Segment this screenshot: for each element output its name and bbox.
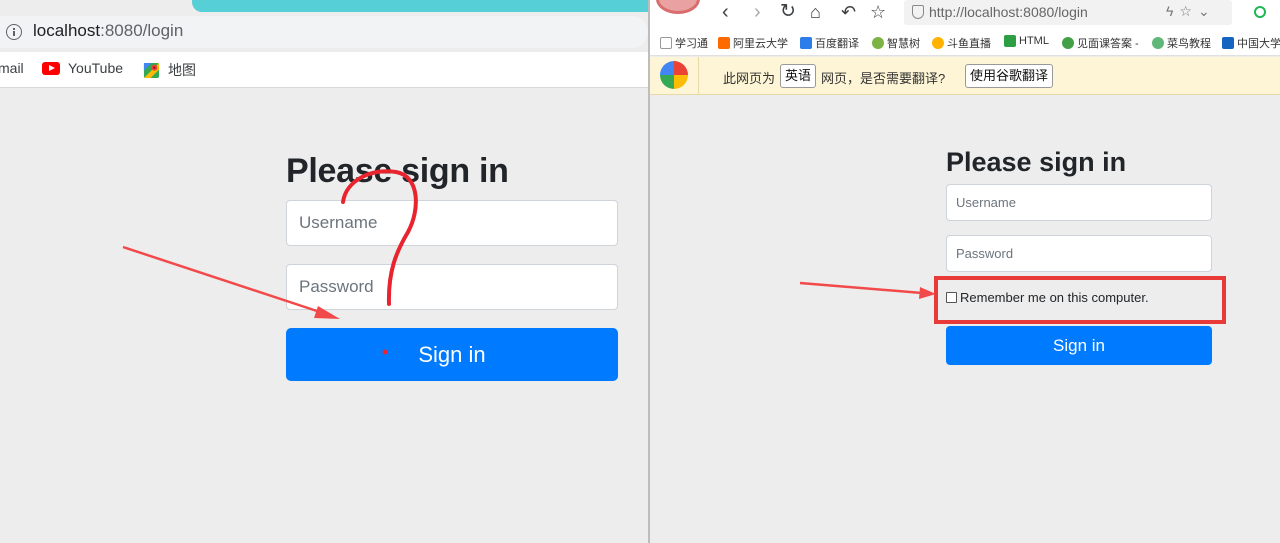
translate-prefix: 此网页为 bbox=[723, 71, 776, 86]
mooc-icon bbox=[1222, 37, 1234, 49]
bookmark-label: 学习通 bbox=[675, 38, 708, 50]
bookmark-label: 中国大学 bbox=[1237, 38, 1280, 50]
arrow-line bbox=[799, 281, 923, 295]
bookmark-mail[interactable]: mail bbox=[0, 60, 24, 76]
password-input[interactable]: Password bbox=[946, 235, 1212, 272]
bookmark-label: 百度翻译 bbox=[815, 38, 859, 50]
bookmark-label: 地图 bbox=[168, 62, 196, 78]
bookmark-item[interactable]: 百度翻译 bbox=[800, 35, 859, 51]
sign-in-button[interactable]: Sign in bbox=[946, 326, 1212, 365]
active-tab-accent[interactable] bbox=[192, 0, 648, 12]
maps-icon bbox=[143, 62, 160, 78]
password-input[interactable]: Password bbox=[286, 264, 618, 310]
site-info-icon[interactable] bbox=[6, 24, 22, 40]
back-icon[interactable]: ‹ bbox=[722, 2, 729, 22]
bookmark-youtube[interactable]: YouTube bbox=[42, 60, 123, 76]
left-browser-window: localhost:8080/login mail YouTube 地图 Ple… bbox=[0, 0, 648, 543]
aliyun-icon bbox=[718, 37, 730, 49]
browser-logo-icon bbox=[660, 61, 688, 89]
url-path: :8080/login bbox=[100, 21, 184, 40]
translate-suffix: 网页，是否需要翻译? bbox=[821, 71, 946, 86]
extension-icon bbox=[1254, 6, 1266, 18]
extension-area[interactable] bbox=[1254, 3, 1266, 19]
bookmark-maps[interactable]: 地图 bbox=[143, 60, 196, 80]
bookmark-label: 见面课答案 - bbox=[1077, 38, 1139, 50]
avatar[interactable] bbox=[656, 0, 700, 14]
bookmark-item[interactable]: 智慧树 bbox=[872, 35, 920, 51]
lightning-icon[interactable]: ϟ bbox=[1166, 3, 1179, 19]
bookmark-item[interactable]: 斗鱼直播 bbox=[932, 35, 991, 51]
translate-bar: 此网页为 英语 网页，是否需要翻译? 使用谷歌翻译 bbox=[650, 57, 1280, 95]
runoob-icon bbox=[1152, 37, 1164, 49]
bookmarks-bar: mail YouTube 地图 bbox=[0, 52, 648, 88]
bookmark-label: YouTube bbox=[68, 60, 124, 76]
bookmarks-bar: 学习通 阿里云大学 百度翻译 智慧树 斗鱼直播 HTML 见面课答案 - 菜鸟教… bbox=[650, 30, 1280, 56]
bookmark-label: HTML bbox=[1019, 35, 1049, 47]
chevron-down-icon[interactable]: ⌄ bbox=[1198, 3, 1216, 19]
bookmark-item[interactable]: HTML bbox=[1004, 35, 1049, 47]
username-input[interactable]: Username bbox=[286, 200, 618, 246]
url-tools: ϟ☆⌄ bbox=[1166, 3, 1216, 20]
right-browser-window: ‹ › ↻ ⌂ ↶ ☆ http://localhost:8080/login … bbox=[650, 0, 1280, 543]
bookmark-label: 斗鱼直播 bbox=[947, 38, 991, 50]
address-url[interactable]: http://localhost:8080/login bbox=[929, 4, 1088, 20]
bookmark-item[interactable]: 中国大学 bbox=[1222, 35, 1280, 51]
favorite-star-icon[interactable]: ☆ bbox=[1179, 3, 1198, 19]
bookmark-item[interactable]: 学习通 bbox=[660, 35, 708, 51]
address-url[interactable]: localhost:8080/login bbox=[33, 21, 183, 41]
browser-toolbar: ‹ › ↻ ⌂ ↶ ☆ http://localhost:8080/login … bbox=[650, 0, 1280, 30]
sign-in-heading: Please sign in bbox=[946, 147, 1127, 177]
username-placeholder: Username bbox=[299, 213, 378, 232]
google-translate-button[interactable]: 使用谷歌翻译 bbox=[965, 64, 1054, 88]
bookmark-item[interactable]: 见面课答案 - bbox=[1062, 35, 1139, 51]
zhihuishu-icon bbox=[872, 37, 884, 49]
screenshot-stage: localhost:8080/login mail YouTube 地图 Ple… bbox=[0, 0, 1280, 543]
undo-close-icon[interactable]: ↶ bbox=[841, 2, 856, 22]
password-placeholder: Password bbox=[299, 277, 374, 296]
username-input[interactable]: Username bbox=[946, 184, 1212, 221]
bookmark-label: mail bbox=[0, 60, 24, 76]
youtube-icon bbox=[42, 61, 60, 75]
reload-icon[interactable]: ↻ bbox=[780, 2, 796, 22]
forward-icon[interactable]: › bbox=[754, 2, 761, 22]
bookmark-star-icon[interactable]: ☆ bbox=[870, 2, 886, 22]
sign-in-button[interactable]: Sign in bbox=[286, 328, 618, 381]
divider bbox=[698, 57, 699, 95]
home-icon[interactable]: ⌂ bbox=[810, 2, 821, 22]
bookmark-label: 阿里云大学 bbox=[733, 38, 788, 50]
url-host: localhost bbox=[33, 21, 101, 40]
jianmianke-icon bbox=[1062, 37, 1074, 49]
page-icon bbox=[660, 37, 672, 49]
douyu-icon bbox=[932, 37, 944, 49]
highlight-box bbox=[934, 276, 1226, 324]
baidu-translate-icon bbox=[800, 37, 812, 49]
language-button[interactable]: 英语 bbox=[780, 64, 817, 88]
password-placeholder: Password bbox=[956, 246, 1014, 261]
bookmark-item[interactable]: 阿里云大学 bbox=[718, 35, 788, 51]
bookmark-item[interactable]: 菜鸟教程 bbox=[1152, 35, 1211, 51]
bookmark-label: 智慧树 bbox=[887, 38, 920, 50]
username-placeholder: Username bbox=[956, 195, 1016, 210]
sign-in-heading: Please sign in bbox=[286, 152, 509, 190]
bookmark-label: 菜鸟教程 bbox=[1167, 38, 1211, 50]
html-icon bbox=[1004, 35, 1016, 47]
shield-icon bbox=[912, 5, 924, 19]
